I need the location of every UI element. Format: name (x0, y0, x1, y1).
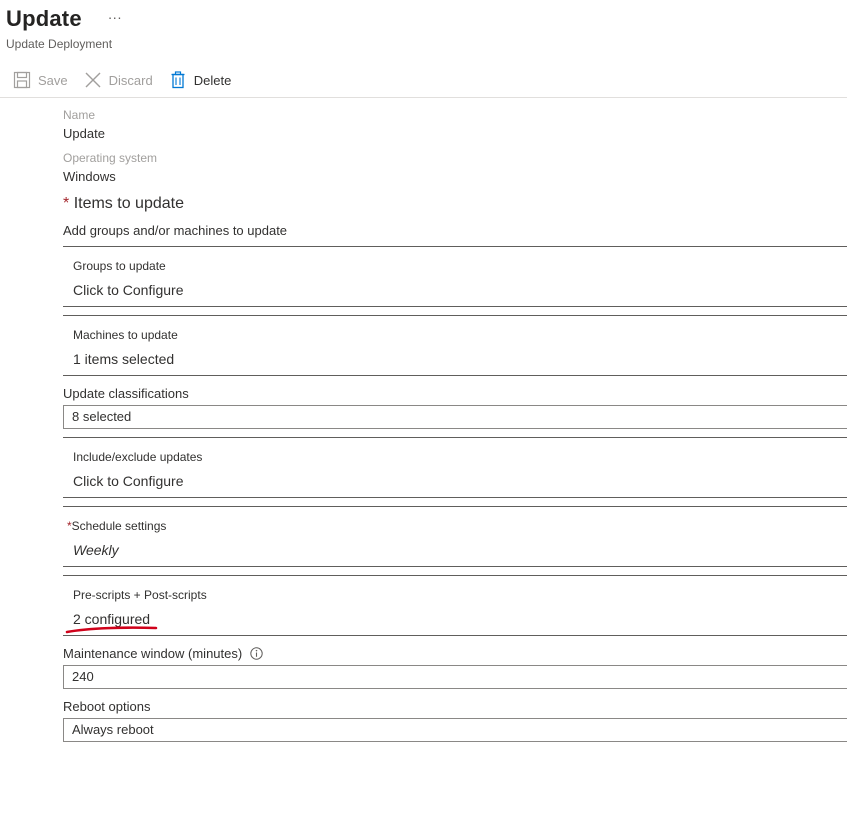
toolbar-divider (0, 97, 847, 98)
include-exclude-updates-value: Click to Configure (73, 473, 184, 489)
machines-to-update-card[interactable]: Machines to update 1 items selected (63, 315, 847, 376)
items-to-update-title: Items to update (73, 195, 184, 212)
os-label: Operating system (63, 151, 158, 165)
items-to-update-description: Add groups and/or machines to update (63, 223, 288, 238)
groups-to-update-card[interactable]: Groups to update Click to Configure (63, 246, 847, 307)
update-classifications-label: Update classifications (63, 386, 189, 401)
os-value: Windows (63, 169, 116, 184)
machines-to-update-value: 1 items selected (73, 351, 175, 367)
name-label: Name (63, 108, 96, 122)
annotation-underline (65, 626, 158, 634)
update-classifications-dropdown[interactable]: 8 selected (63, 405, 847, 429)
info-icon[interactable] (250, 647, 263, 660)
groups-to-update-label: Groups to update (73, 259, 166, 273)
name-value: Update (63, 126, 105, 141)
maintenance-window-label: Maintenance window (minutes) (63, 646, 243, 661)
delete-button[interactable]: Delete (169, 71, 232, 89)
schedule-settings-label: Schedule settings (71, 519, 167, 533)
include-exclude-updates-card[interactable]: Include/exclude updates Click to Configu… (63, 437, 847, 498)
schedule-settings-label-wrap: *Schedule settings (67, 519, 166, 533)
maintenance-window-label-row: Maintenance window (minutes) (63, 646, 263, 661)
page-title: Update (6, 6, 82, 31)
discard-button[interactable]: Discard (84, 71, 153, 89)
save-icon (13, 71, 31, 89)
page-header: Update ··· Update Deployment (6, 6, 122, 51)
trash-icon (169, 71, 187, 89)
save-button[interactable]: Save (13, 71, 68, 89)
command-bar: Save Discard Delete (13, 69, 247, 91)
scripts-card[interactable]: Pre-scripts + Post-scripts 2 configured (63, 575, 847, 636)
machines-to-update-label: Machines to update (73, 328, 178, 342)
include-exclude-updates-label: Include/exclude updates (73, 450, 203, 464)
delete-label: Delete (193, 72, 232, 88)
page-subtitle: Update Deployment (6, 37, 113, 51)
scripts-label: Pre-scripts + Post-scripts (73, 588, 207, 602)
groups-to-update-value: Click to Configure (73, 282, 184, 298)
save-label: Save (38, 72, 68, 88)
maintenance-window-input[interactable]: 240 (63, 665, 847, 689)
schedule-settings-value: Weekly (73, 542, 119, 558)
close-icon (84, 71, 102, 89)
more-options-button[interactable]: ··· (108, 9, 122, 25)
reboot-options-label: Reboot options (63, 699, 151, 714)
reboot-options-dropdown[interactable]: Always reboot (63, 718, 847, 742)
discard-label: Discard (108, 72, 153, 88)
items-to-update-heading: * Items to update (63, 195, 184, 213)
schedule-settings-card[interactable]: *Schedule settings Weekly (63, 506, 847, 567)
required-marker: * (63, 195, 70, 212)
